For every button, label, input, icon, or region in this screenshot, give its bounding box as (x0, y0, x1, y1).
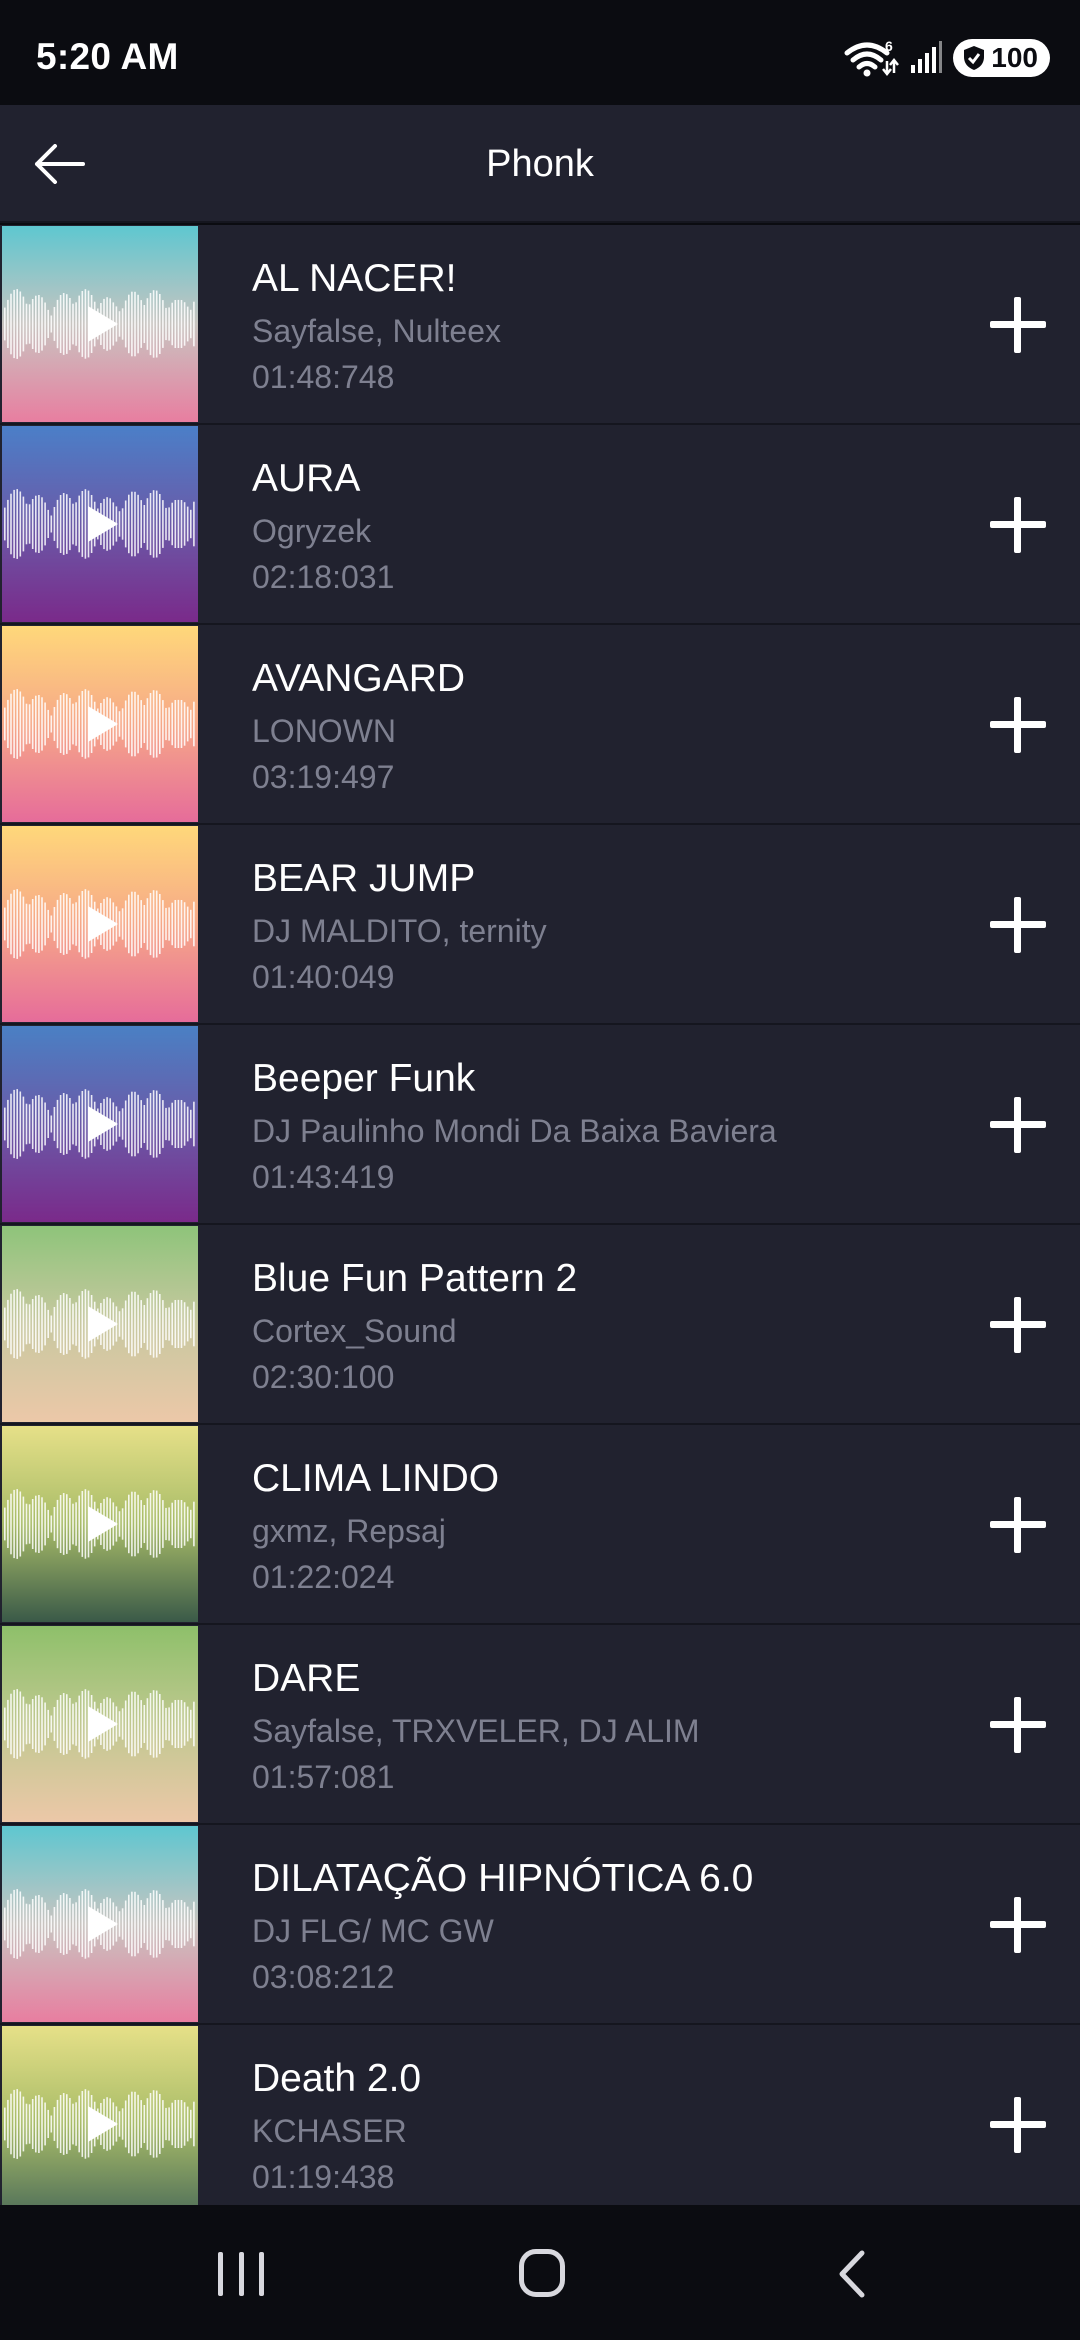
track-duration: 01:43:419 (252, 1159, 395, 1195)
track-artist: Ogryzek (252, 513, 372, 549)
play-icon[interactable] (88, 906, 118, 942)
track-thumbnail[interactable] (2, 1426, 198, 1622)
recents-icon[interactable] (218, 2252, 264, 2296)
track-title: DARE (252, 1657, 361, 1700)
status-time: 5:20 AM (36, 36, 179, 77)
track-row[interactable]: CLIMA LINDO gxmz, Repsaj 01:22:024 (0, 1425, 1080, 1625)
track-list[interactable]: AL NACER! Sayfalse, Nulteex 01:48:748 AU… (0, 225, 1080, 2205)
play-icon[interactable] (88, 506, 118, 542)
track-artist: LONOWN (252, 713, 396, 749)
track-title: Beeper Funk (252, 1057, 476, 1100)
signal-icon (909, 41, 943, 75)
track-title: Death 2.0 (252, 2057, 422, 2100)
add-track-button[interactable] (986, 1693, 1050, 1757)
track-thumbnail[interactable] (2, 1626, 198, 1822)
track-thumbnail[interactable] (2, 626, 198, 822)
track-row[interactable]: AL NACER! Sayfalse, Nulteex 01:48:748 (0, 225, 1080, 425)
app-bar: Phonk (0, 105, 1080, 223)
play-icon[interactable] (88, 1506, 118, 1542)
track-row[interactable]: AVANGARD LONOWN 03:19:497 (0, 625, 1080, 825)
status-bar: 5:20 AM 6 100 (0, 0, 1080, 105)
wifi-icon: 6 (843, 39, 900, 77)
track-thumbnail[interactable] (2, 2026, 198, 2205)
track-row[interactable]: DILATAÇÃO HIPNÓTICA 6.0 DJ FLG/ MC GW 03… (0, 1825, 1080, 2025)
track-duration: 01:19:438 (252, 2159, 395, 2195)
track-title: AL NACER! (252, 257, 457, 300)
track-title: Blue Fun Pattern 2 (252, 1257, 578, 1300)
track-artist: Sayfalse, TRXVELER, DJ ALIM (252, 1713, 700, 1749)
track-artist: Cortex_Sound (252, 1313, 457, 1349)
page-title: Phonk (486, 143, 594, 185)
track-duration: 01:48:748 (252, 359, 395, 395)
track-duration: 03:08:212 (252, 1959, 395, 1995)
nav-back-icon[interactable] (830, 2249, 880, 2299)
track-duration: 01:57:081 (252, 1759, 395, 1795)
track-row[interactable]: Blue Fun Pattern 2 Cortex_Sound 02:30:10… (0, 1225, 1080, 1425)
play-icon[interactable] (88, 706, 118, 742)
add-track-button[interactable] (986, 1293, 1050, 1357)
track-title: CLIMA LINDO (252, 1457, 500, 1500)
track-title: BEAR JUMP (252, 857, 476, 900)
shield-icon (964, 46, 985, 70)
add-track-button[interactable] (986, 2093, 1050, 2157)
track-row[interactable]: AURA Ogryzek 02:18:031 (0, 425, 1080, 625)
track-thumbnail[interactable] (2, 826, 198, 1022)
track-row[interactable]: BEAR JUMP DJ MALDITO, ternity 01:40:049 (0, 825, 1080, 1025)
track-artist: gxmz, Repsaj (252, 1513, 446, 1549)
play-icon[interactable] (88, 1906, 118, 1942)
play-icon[interactable] (88, 306, 118, 342)
track-artist: DJ Paulinho Mondi Da Baixa Baviera (252, 1113, 777, 1149)
track-artist: KCHASER (252, 2113, 407, 2149)
track-thumbnail[interactable] (2, 1826, 198, 2022)
track-artist: Sayfalse, Nulteex (252, 313, 502, 349)
add-track-button[interactable] (986, 493, 1050, 557)
track-title: DILATAÇÃO HIPNÓTICA 6.0 (252, 1857, 754, 1900)
track-thumbnail[interactable] (2, 226, 198, 422)
play-icon[interactable] (88, 2106, 118, 2142)
battery-indicator: 100 (953, 39, 1050, 77)
play-icon[interactable] (88, 1706, 118, 1742)
track-row[interactable]: Death 2.0 KCHASER 01:19:438 (0, 2025, 1080, 2205)
track-duration: 01:22:024 (252, 1559, 395, 1595)
track-thumbnail[interactable] (2, 1026, 198, 1222)
battery-level: 100 (991, 42, 1038, 73)
system-nav-bar (0, 2205, 1080, 2340)
track-row[interactable]: Beeper Funk DJ Paulinho Mondi Da Baixa B… (0, 1025, 1080, 1225)
add-track-button[interactable] (986, 293, 1050, 357)
track-thumbnail[interactable] (2, 1226, 198, 1422)
add-track-button[interactable] (986, 893, 1050, 957)
add-track-button[interactable] (986, 1093, 1050, 1157)
track-duration: 01:40:049 (252, 959, 395, 995)
wifi-badge: 6 (885, 39, 893, 54)
add-track-button[interactable] (986, 693, 1050, 757)
add-track-button[interactable] (986, 1493, 1050, 1557)
track-thumbnail[interactable] (2, 426, 198, 622)
track-title: AVANGARD (252, 657, 466, 700)
play-icon[interactable] (88, 1106, 118, 1142)
track-duration: 02:18:031 (252, 559, 395, 595)
status-icons: 6 100 (843, 38, 1050, 78)
track-duration: 03:19:497 (252, 759, 395, 795)
track-duration: 02:30:100 (252, 1359, 395, 1395)
track-title: AURA (252, 457, 361, 500)
home-icon[interactable] (519, 2249, 565, 2297)
add-track-button[interactable] (986, 1893, 1050, 1957)
play-icon[interactable] (88, 1306, 118, 1342)
track-artist: DJ FLG/ MC GW (252, 1913, 494, 1949)
track-row[interactable]: DARE Sayfalse, TRXVELER, DJ ALIM 01:57:0… (0, 1625, 1080, 1825)
track-artist: DJ MALDITO, ternity (252, 913, 547, 949)
